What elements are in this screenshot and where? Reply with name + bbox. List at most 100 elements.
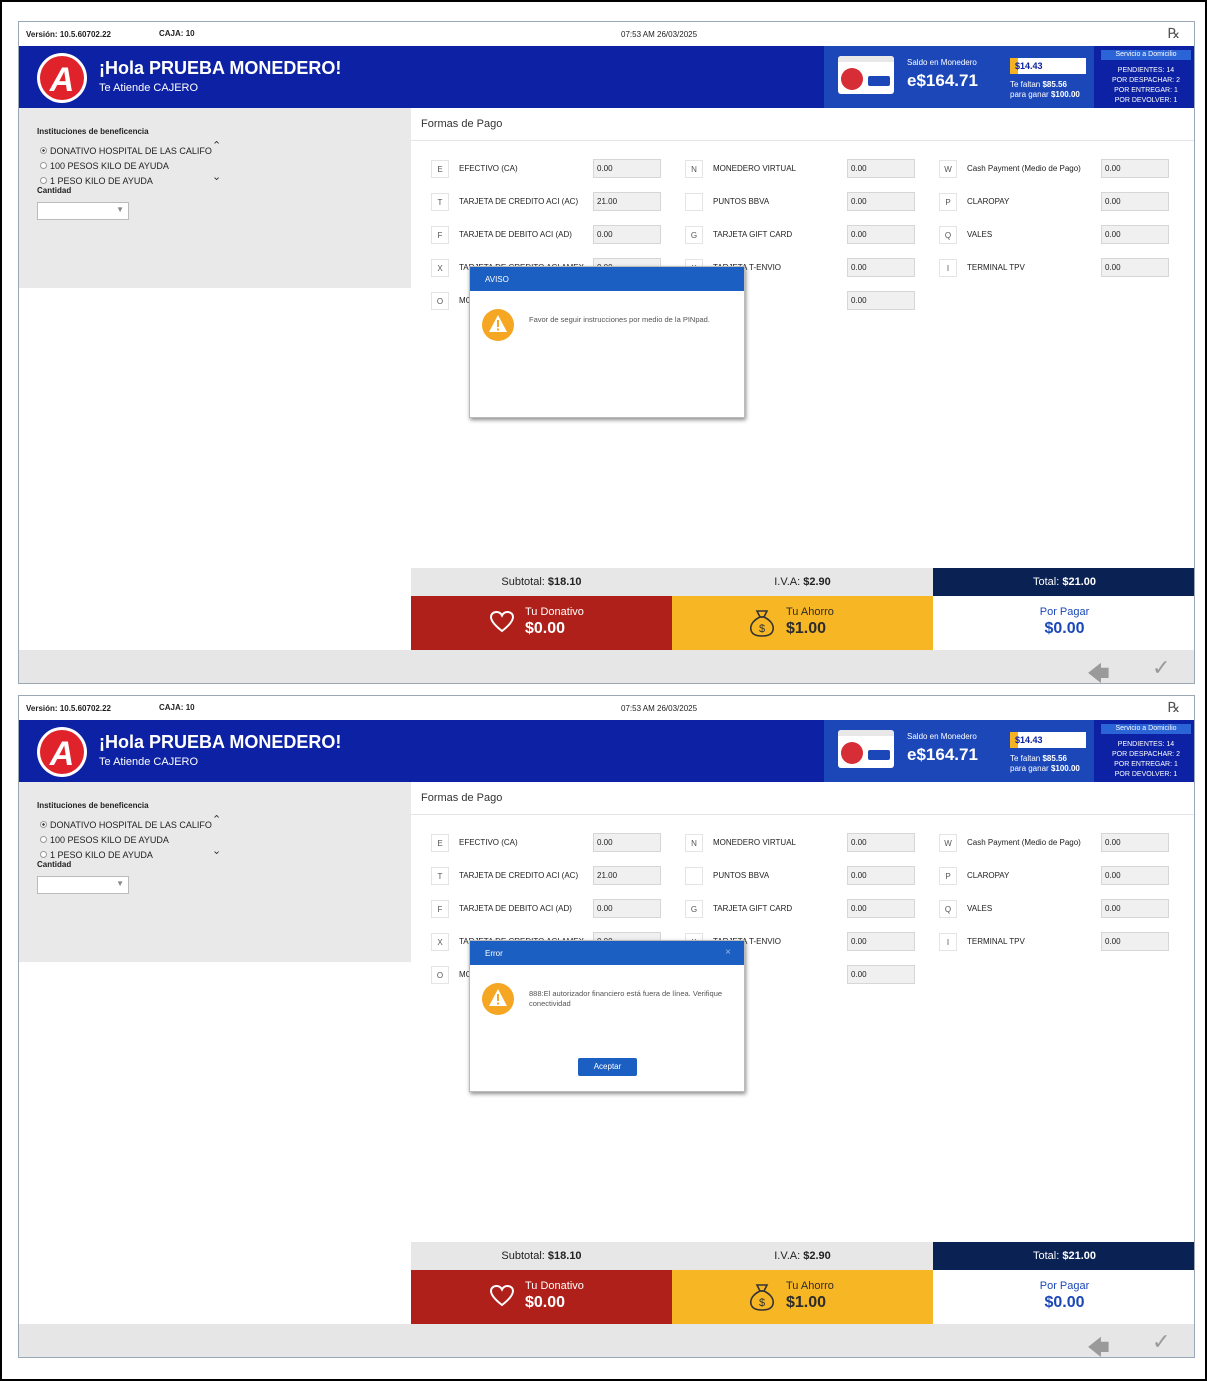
shortcut-key: O: [431, 292, 449, 310]
ahorro-progress-box: $14.43: [1010, 58, 1086, 74]
version-info: Versión: 10.5.60702.22: [26, 704, 111, 713]
payment-amount-input[interactable]: 0.00: [1101, 225, 1169, 244]
radio-icon[interactable]: [40, 162, 47, 169]
chevron-down-icon[interactable]: ⌄: [212, 170, 221, 183]
beneficencia-option[interactable]: DONATIVO HOSPITAL DE LAS CALIFO: [40, 146, 212, 156]
chevron-up-icon[interactable]: ⌃: [212, 139, 221, 152]
servicio-title: Servicio a Domicilio: [1101, 724, 1191, 734]
payment-amount-input[interactable]: 0.00: [847, 965, 915, 984]
payment-method-label: TARJETA GIFT CARD: [713, 230, 793, 239]
beneficencia-option[interactable]: 1 PESO KILO DE AYUDA: [40, 176, 153, 186]
payment-method-label: TARJETA DE DEBITO ACI (AD): [459, 904, 572, 913]
payment-amount-input[interactable]: 0.00: [847, 291, 915, 310]
beneficencia-option[interactable]: 100 PESOS KILO DE AYUDA: [40, 835, 169, 845]
payment-method-label: CLAROPAY: [967, 871, 1010, 880]
beneficencia-option[interactable]: 100 PESOS KILO DE AYUDA: [40, 161, 169, 171]
payment-amount-input[interactable]: 0.00: [1101, 932, 1169, 951]
brand-logo-icon: A: [37, 727, 87, 777]
payment-method-label: PUNTOS BBVA: [713, 871, 770, 880]
payment-amount-input[interactable]: 21.00: [593, 866, 661, 885]
radio-icon[interactable]: [40, 836, 47, 843]
totals-bar: Subtotal: $18.10 I.V.A: $2.90 Total: $21…: [411, 1242, 1194, 1270]
cantidad-select[interactable]: ▼: [37, 202, 129, 220]
top-status-bar: Versión: 10.5.60702.22 CAJA: 10 07:53 AM…: [19, 22, 1194, 46]
payment-amount-input[interactable]: 0.00: [1101, 192, 1169, 211]
payment-amount-input[interactable]: 21.00: [593, 192, 661, 211]
beneficencia-option[interactable]: 1 PESO KILO DE AYUDA: [40, 850, 153, 860]
radio-icon[interactable]: [40, 177, 47, 184]
confirm-check-icon[interactable]: ✓: [1152, 1329, 1170, 1355]
payment-amount-input[interactable]: 0.00: [847, 833, 915, 852]
payment-amount-input[interactable]: 0.00: [847, 899, 915, 918]
aceptar-button[interactable]: Aceptar: [578, 1058, 637, 1076]
payment-amount-input[interactable]: 0.00: [1101, 258, 1169, 277]
payment-amount-input[interactable]: 0.00: [1101, 833, 1169, 852]
beneficencia-option[interactable]: DONATIVO HOSPITAL DE LAS CALIFO: [40, 820, 212, 830]
radio-selected-icon[interactable]: [40, 147, 47, 154]
donativo-card[interactable]: Tu Donativo $0.00: [411, 1270, 672, 1324]
cantidad-select[interactable]: ▼: [37, 876, 129, 894]
monedero-balance: e$164.71: [907, 745, 978, 764]
confirm-check-icon[interactable]: ✓: [1152, 655, 1170, 681]
back-arrow-icon[interactable]: 🡄: [1087, 1331, 1110, 1357]
ahorro-label: Tu Ahorro: [786, 1280, 834, 1292]
por-devolver: POR DEVOLVER: 1: [1114, 97, 1178, 104]
beneficencia-title: Instituciones de beneficencia: [37, 127, 149, 136]
shortcut-key: I: [939, 933, 957, 951]
payment-amount-input[interactable]: 0.00: [1101, 866, 1169, 885]
monedero-panel: Saldo en Monedero e$164.71 $14.43 Te fal…: [824, 720, 1094, 782]
greeting: ¡Hola PRUEBA MONEDERO!: [99, 58, 342, 78]
donativo-card[interactable]: Tu Donativo $0.00: [411, 596, 672, 650]
payment-method-label: MONEDERO VIRTUAL: [713, 164, 796, 173]
formas-de-pago-title: Formas de Pago: [421, 792, 503, 804]
payment-method-label: CLAROPAY: [967, 197, 1010, 206]
monedero-card-icon: [838, 730, 894, 768]
dropdown-arrow-icon: ▼: [116, 879, 124, 888]
donativo-value: $0.00: [525, 620, 566, 637]
servicio-domicilio-panel[interactable]: Servicio a Domicilio PENDIENTES: 14 POR …: [1099, 722, 1193, 780]
payment-amount-input[interactable]: 0.00: [593, 225, 661, 244]
donativo-label: Tu Donativo: [525, 606, 584, 618]
close-icon[interactable]: ×: [725, 947, 731, 958]
subtotal: Subtotal: $18.10: [411, 1242, 672, 1270]
payment-amount-input[interactable]: 0.00: [593, 833, 661, 852]
rx-icon[interactable]: ℞: [1167, 699, 1180, 716]
payment-amount-input[interactable]: 0.00: [847, 932, 915, 951]
payment-amount-input[interactable]: 0.00: [1101, 899, 1169, 918]
chevron-up-icon[interactable]: ⌃: [212, 813, 221, 826]
por-entregar: POR ENTREGAR: 1: [1114, 87, 1178, 94]
caja-info: CAJA: 10: [159, 703, 195, 712]
aviso-dialog-title: AVISO: [470, 267, 744, 291]
payment-amount-input[interactable]: 0.00: [593, 899, 661, 918]
payment-amount-input[interactable]: 0.00: [847, 866, 915, 885]
svg-text:$: $: [759, 623, 765, 635]
payment-amount-input[interactable]: 0.00: [847, 192, 915, 211]
shortcut-key: T: [431, 193, 449, 211]
error-dialog: Error × 888:El autorizador financiero es…: [469, 940, 745, 1092]
payment-amount-input[interactable]: 0.00: [847, 225, 915, 244]
formas-de-pago-title: Formas de Pago: [421, 118, 503, 130]
customer-header: A ¡Hola PRUEBA MONEDERO! Te Atiende CAJE…: [19, 46, 1194, 108]
monedero-label: Saldo en Monedero: [907, 58, 977, 67]
payment-amount-input[interactable]: 0.00: [847, 159, 915, 178]
rx-icon[interactable]: ℞: [1167, 25, 1180, 42]
shortcut-key: N: [685, 160, 703, 178]
shortcut-key: O: [431, 966, 449, 984]
pos-screen-aviso: Versión: 10.5.60702.22 CAJA: 10 07:53 AM…: [18, 21, 1195, 684]
servicio-domicilio-panel[interactable]: Servicio a Domicilio PENDIENTES: 14 POR …: [1099, 48, 1193, 106]
back-arrow-icon[interactable]: 🡄: [1087, 657, 1110, 683]
payment-amount-input[interactable]: 0.00: [847, 258, 915, 277]
payment-amount-input[interactable]: 0.00: [1101, 159, 1169, 178]
por-pagar-label: Por Pagar: [1039, 1280, 1090, 1292]
shortcut-key: T: [431, 867, 449, 885]
heart-icon: [489, 610, 515, 633]
shortcut-key: Q: [939, 900, 957, 918]
payment-method-label: PUNTOS BBVA: [713, 197, 770, 206]
radio-icon[interactable]: [40, 851, 47, 858]
payment-amount-input[interactable]: 0.00: [593, 159, 661, 178]
radio-selected-icon[interactable]: [40, 821, 47, 828]
beneficencia-sidebar: Instituciones de beneficencia DONATIVO H…: [19, 108, 411, 288]
por-pagar-value: $0.00: [1044, 620, 1085, 637]
chevron-down-icon[interactable]: ⌄: [212, 844, 221, 857]
cantidad-label: Cantidad: [37, 860, 72, 869]
